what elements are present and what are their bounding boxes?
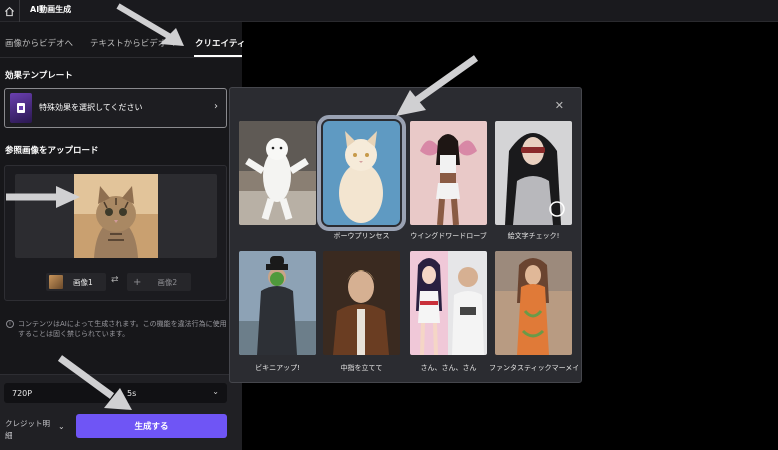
- home-button[interactable]: [0, 0, 20, 22]
- tab-creative[interactable]: クリエイティ: [195, 37, 245, 49]
- template-thumbnail: [323, 251, 400, 355]
- slot1-label: 画像1: [73, 277, 93, 287]
- uploaded-cat-image: [74, 174, 158, 258]
- template-thumbnail: [410, 121, 487, 225]
- annotation-arrow: [6, 186, 80, 208]
- template-label: ファンタスティックマーメイド: [489, 364, 578, 372]
- effect-template-select[interactable]: 特殊効果を選択してください ›: [4, 88, 227, 128]
- template-label: 中指を立てて: [340, 364, 383, 372]
- image-slot-1[interactable]: 画像1: [46, 273, 106, 291]
- credit-details-link[interactable]: クレジット明細: [5, 418, 55, 442]
- generate-button[interactable]: 生成する: [76, 414, 227, 438]
- slot2-label: 画像2: [157, 277, 178, 287]
- template-thumbnail: [239, 251, 316, 355]
- chevron-down-icon: ⌄: [58, 422, 65, 431]
- template-thumbnail: [495, 121, 572, 225]
- chevron-right-icon: ›: [214, 101, 218, 112]
- effect-template-title: 効果テンプレート: [5, 71, 73, 81]
- resolution-value: 720P: [12, 389, 33, 398]
- active-tab-indicator: [194, 55, 242, 57]
- template-label: ボーウプリンセス: [333, 232, 390, 240]
- info-icon: i: [6, 320, 14, 328]
- effect-template-modal: ✕ ボーウプリンセス ウイングドワードローブ 絵文字チェック! ビキニアップ! …: [229, 87, 582, 383]
- template-thumbnail: [410, 251, 487, 355]
- template-label: さん、さん、さん: [420, 364, 477, 372]
- effect-thumbnail: [10, 93, 32, 123]
- template-thumbnail: [495, 251, 572, 355]
- template-thumbnail: [317, 115, 406, 231]
- slot1-thumbnail: [49, 275, 63, 289]
- app-title: AI動画生成: [30, 5, 72, 14]
- plus-icon: +: [133, 276, 142, 288]
- reference-upload-title: 参照画像をアップロード: [5, 146, 99, 156]
- annotation-arrow: [57, 355, 132, 410]
- template-thumbnail: [239, 121, 316, 225]
- annotation-arrow: [396, 55, 479, 116]
- template-label: ビキニアップ!: [255, 364, 300, 372]
- tab-image-to-video[interactable]: 画像からビデオへ: [5, 37, 73, 49]
- template-label: 絵文字チェック!: [507, 232, 560, 240]
- annotation-arrow: [116, 3, 184, 46]
- home-icon: [4, 6, 15, 16]
- chevron-down-icon: ⌄: [212, 387, 219, 396]
- ai-content-notice: i コンテンツはAIによって生成されます。この機能を違法行為に使用することは固く…: [6, 319, 230, 339]
- close-icon[interactable]: ✕: [555, 99, 564, 112]
- notice-text: コンテンツはAIによって生成されます。この機能を違法行為に使用することは固く禁じ…: [18, 320, 227, 338]
- effect-template-placeholder: 特殊効果を選択してください: [39, 103, 143, 112]
- swap-icon[interactable]: ⇄: [111, 275, 119, 285]
- image-slot-2[interactable]: + 画像2: [127, 273, 191, 291]
- template-label: ウイングドワードローブ: [410, 232, 487, 240]
